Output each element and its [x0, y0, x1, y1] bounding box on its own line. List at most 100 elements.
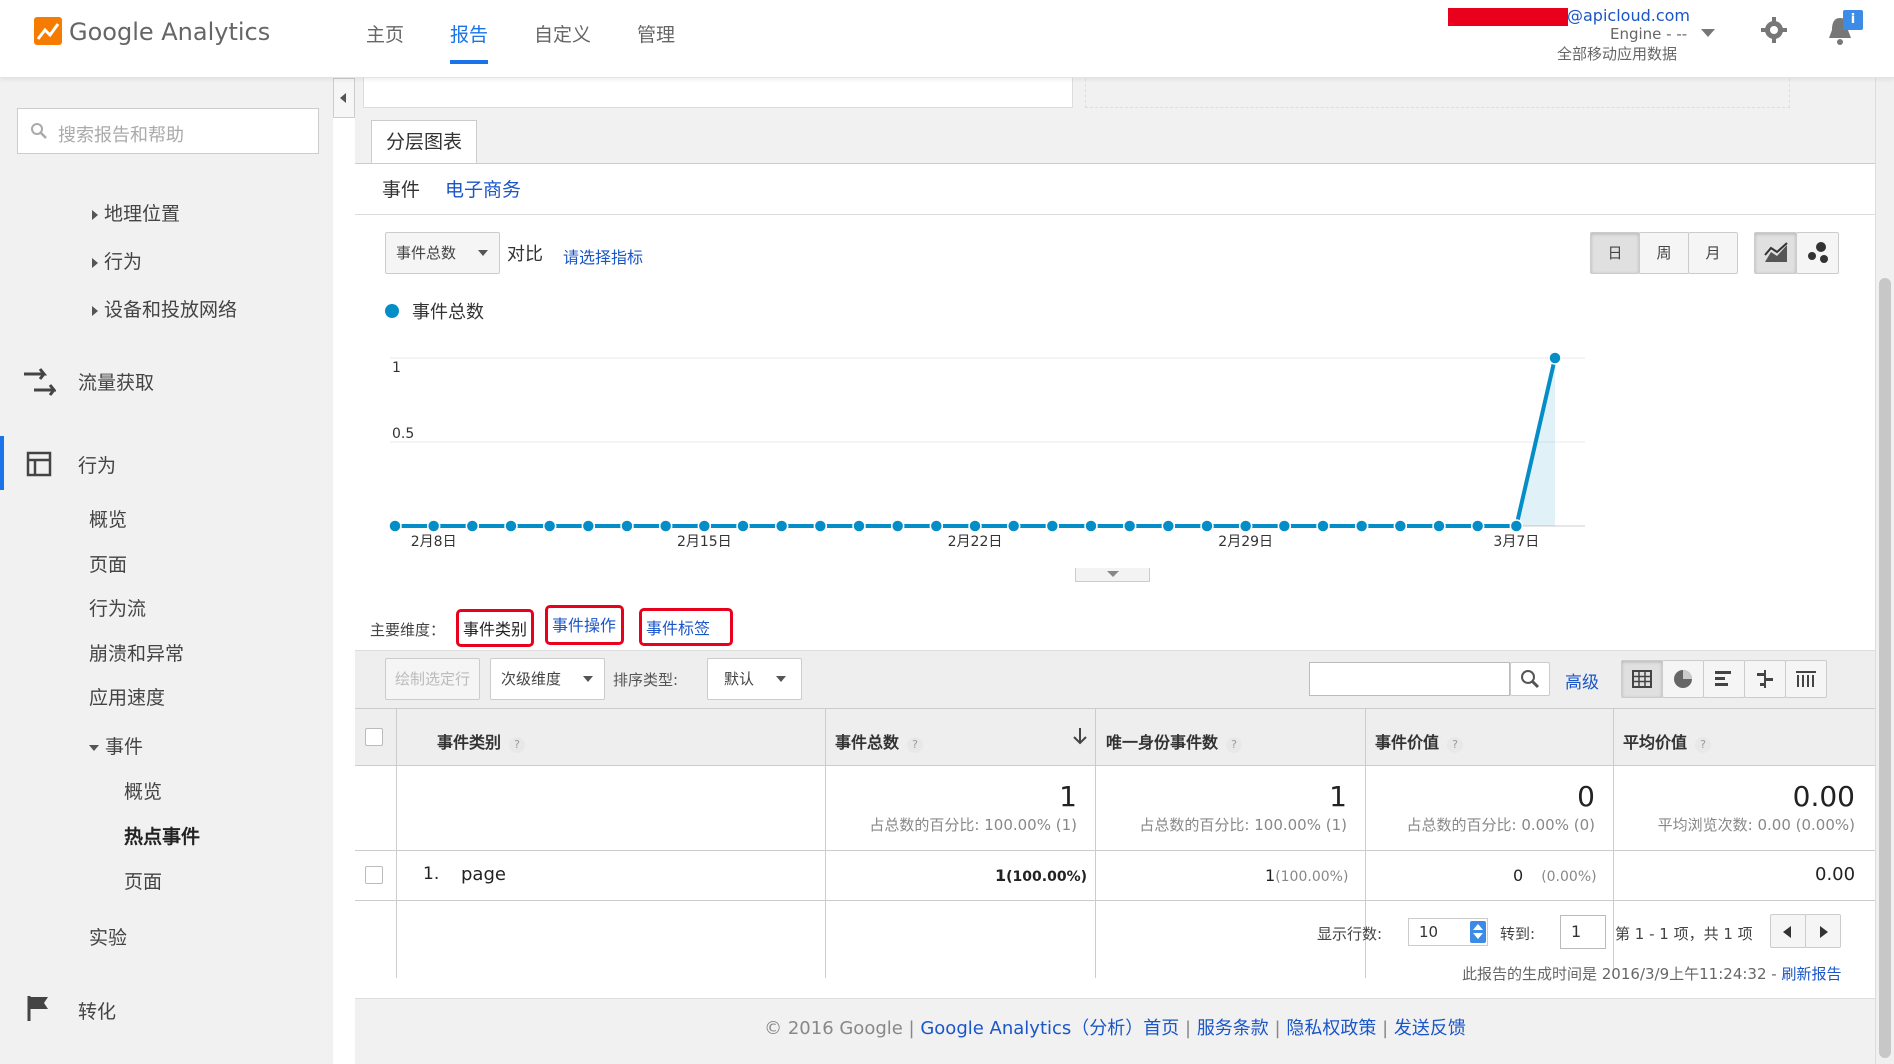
sidebar-item-speed[interactable]: 应用速度: [89, 683, 165, 710]
data-point: [581, 519, 596, 533]
data-point: [465, 519, 480, 533]
sidebar-item-pages[interactable]: 页面: [89, 550, 127, 577]
row-total-events: 1(100.00%): [995, 866, 1087, 885]
goto-page-input[interactable]: 1: [1560, 915, 1606, 949]
sort-type-select[interactable]: 默认: [707, 658, 802, 700]
sidebar-item-crashes[interactable]: 崩溃和异常: [89, 639, 184, 666]
sidebar-item-overview[interactable]: 概览: [89, 505, 127, 532]
sidebar-item-behavior[interactable]: 行为: [78, 451, 116, 478]
app-logo-text[interactable]: Google Analytics: [69, 18, 270, 46]
collapse-left-icon: [340, 93, 346, 103]
view-pivot-button[interactable]: [1785, 660, 1827, 698]
secondary-dimension-select[interactable]: 次级维度: [490, 658, 605, 700]
footer-privacy-link[interactable]: 隐私权政策: [1286, 1018, 1376, 1039]
page-footer: © 2016 Google | Google Analytics（分析）首页 |…: [355, 998, 1875, 1064]
sort-desc-arrow-icon[interactable]: [1073, 727, 1087, 749]
table-search-button[interactable]: [1510, 662, 1550, 696]
account-property[interactable]: Engine - --: [1610, 25, 1687, 43]
header-total-events[interactable]: 事件总数?: [835, 729, 924, 753]
header-unique-events[interactable]: 唯一身份事件数?: [1106, 729, 1243, 753]
help-icon[interactable]: ?: [907, 737, 924, 753]
header-event-category[interactable]: 事件类别?: [437, 729, 526, 753]
footer-copyright: © 2016 Google |: [764, 1018, 921, 1039]
data-point: [929, 519, 944, 533]
sidebar-item-devices[interactable]: 设备和投放网络: [92, 295, 237, 322]
subtab-events[interactable]: 事件: [382, 175, 420, 202]
chart-resize-handle[interactable]: [1075, 568, 1150, 582]
data-point: [1432, 519, 1446, 533]
period-day-button[interactable]: 日: [1590, 232, 1640, 274]
help-icon[interactable]: ?: [1447, 737, 1464, 753]
plot-rows-button[interactable]: 绘制选定行: [385, 658, 480, 700]
header-avg-value[interactable]: 平均价值?: [1623, 729, 1712, 753]
dimension-event-action[interactable]: 事件操作: [545, 605, 624, 645]
metric-select[interactable]: 事件总数: [385, 232, 500, 274]
sidebar-search-input[interactable]: 搜索报告和帮助: [17, 108, 319, 154]
help-icon[interactable]: ?: [1226, 737, 1243, 753]
nav-home[interactable]: 主页: [366, 20, 404, 47]
period-week-button[interactable]: 周: [1639, 232, 1689, 274]
page-scrollbar[interactable]: [1875, 78, 1894, 1064]
info-badge-icon[interactable]: i: [1843, 10, 1863, 30]
scrollbar-thumb[interactable]: [1879, 278, 1891, 1058]
row-avg-value: 0.00: [1815, 864, 1856, 885]
advanced-filter-link[interactable]: 高级: [1565, 668, 1599, 693]
sidebar-item-events-pages[interactable]: 页面: [124, 867, 162, 894]
sidebar-item-geo[interactable]: 地理位置: [92, 199, 180, 226]
data-point: [1277, 519, 1292, 533]
row-checkbox[interactable]: [365, 866, 383, 884]
sidebar-item-behavior-sub[interactable]: 行为: [92, 247, 142, 274]
select-all-checkbox[interactable]: [365, 728, 383, 746]
prev-page-button[interactable]: [1770, 914, 1806, 948]
account-view[interactable]: 全部移动应用数据: [1557, 43, 1677, 64]
bar-chart-icon: [1715, 671, 1731, 686]
search-placeholder: 搜索报告和帮助: [58, 125, 184, 146]
next-page-button[interactable]: [1805, 914, 1841, 948]
view-performance-button[interactable]: [1703, 660, 1745, 698]
view-table-button[interactable]: [1621, 660, 1663, 698]
dimension-event-category[interactable]: 事件类别: [456, 609, 534, 647]
footer-terms-link[interactable]: 服务条款: [1197, 1018, 1269, 1039]
footer-ga-home-link[interactable]: Google Analytics（分析）首页: [920, 1018, 1179, 1039]
tab-hierarchy-chart[interactable]: 分层图表: [371, 120, 477, 164]
sidebar-collapse-button[interactable]: [333, 78, 355, 118]
data-point: [1045, 519, 1060, 533]
sidebar-item-events-overview[interactable]: 概览: [124, 777, 162, 804]
footer-feedback-link[interactable]: 发送反馈: [1394, 1018, 1466, 1039]
view-comparison-button[interactable]: [1744, 660, 1786, 698]
table-header: 事件类别? 事件总数? 唯一身份事件数? 事件价值? 平均价值?: [355, 708, 1875, 766]
help-icon[interactable]: ?: [509, 737, 526, 753]
sidebar-item-flow[interactable]: 行为流: [89, 594, 146, 621]
help-icon[interactable]: ?: [1695, 737, 1712, 753]
account-email[interactable]: @apicloud.com: [1567, 6, 1690, 25]
sidebar-item-conversions[interactable]: 转化: [78, 997, 116, 1024]
redacted-account-name: [1448, 8, 1568, 26]
subtab-ecommerce[interactable]: 电子商务: [445, 175, 521, 202]
rows-per-page-select[interactable]: 10: [1408, 918, 1488, 946]
refresh-report-link[interactable]: 刷新报告: [1781, 965, 1841, 983]
sidebar-item-acquisition[interactable]: 流量获取: [78, 368, 154, 395]
nav-customize[interactable]: 自定义: [534, 20, 591, 47]
sidebar-item-events[interactable]: 事件: [89, 732, 143, 759]
line-chart-button[interactable]: [1754, 232, 1797, 274]
dimension-event-label[interactable]: 事件标签: [639, 608, 733, 646]
sidebar-item-top-events[interactable]: 热点事件: [124, 822, 200, 849]
data-point: [1238, 519, 1253, 533]
compare-label: 对比: [507, 244, 543, 265]
nav-admin[interactable]: 管理: [637, 20, 675, 47]
sidebar-item-experiments[interactable]: 实验: [89, 923, 127, 950]
bubble-chart-icon: [1807, 242, 1828, 263]
nav-reports[interactable]: 报告: [450, 20, 488, 47]
row-event-value: 0 (0.00%): [1513, 866, 1597, 885]
comparison-icon: [1757, 670, 1773, 688]
table-filter-input[interactable]: [1309, 662, 1510, 696]
account-dropdown-icon[interactable]: [1701, 29, 1715, 37]
settings-gear-icon[interactable]: [1760, 16, 1788, 48]
choose-metric-link[interactable]: 请选择指标: [563, 244, 643, 268]
header-event-value[interactable]: 事件价值?: [1375, 729, 1464, 753]
data-point: [620, 519, 634, 533]
view-pie-button[interactable]: [1662, 660, 1704, 698]
motion-chart-button[interactable]: [1796, 232, 1839, 274]
row-category-link[interactable]: page: [461, 864, 506, 885]
period-month-button[interactable]: 月: [1688, 232, 1738, 274]
